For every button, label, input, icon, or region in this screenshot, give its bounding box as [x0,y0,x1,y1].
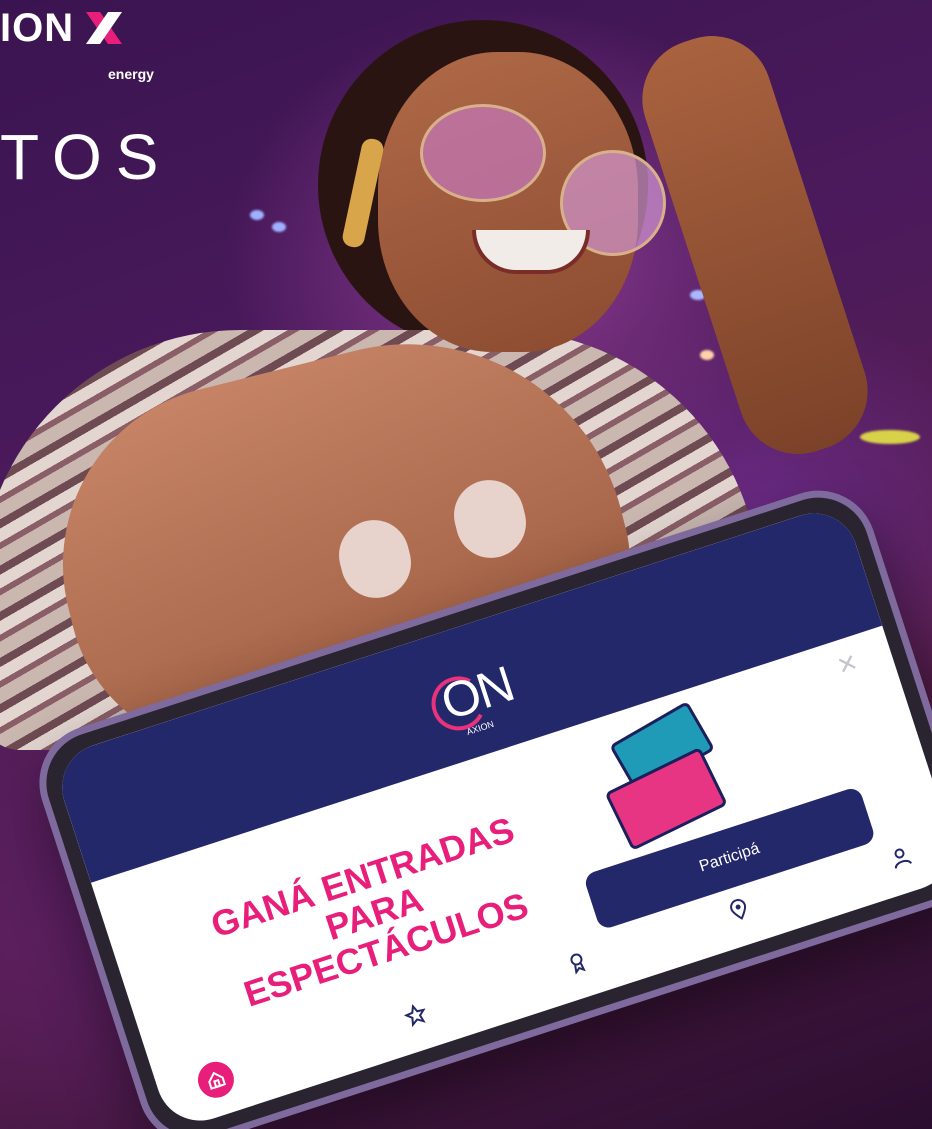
nav-home[interactable] [193,1057,239,1103]
on-logo: ON AXION [404,645,543,758]
brand-name: ION [0,6,75,50]
user-icon [894,848,913,869]
nav-locations[interactable] [716,887,761,932]
stage-light [250,210,264,220]
nav-rewards[interactable] [555,940,600,985]
star-icon [403,1003,426,1028]
stage-light [860,430,920,444]
nav-profile[interactable] [878,835,923,880]
close-button[interactable]: × [828,643,866,683]
home-icon [208,1071,227,1090]
award-icon [570,953,586,975]
stage-light [272,222,286,232]
location-pin-icon [730,898,747,920]
nav-favorites[interactable] [393,992,438,1037]
tickets-illustration [592,698,759,851]
sunglasses-left-lens [420,104,546,202]
brand-logo: ION [0,8,126,48]
axion-x-icon [86,12,123,44]
hero-scene: ION energy TOS ON AXION × GANÁ ENTRADAS … [0,0,932,1129]
stage-light [700,350,714,360]
brand-subtitle: energy [108,66,154,82]
headline-fragment: TOS [0,121,173,193]
